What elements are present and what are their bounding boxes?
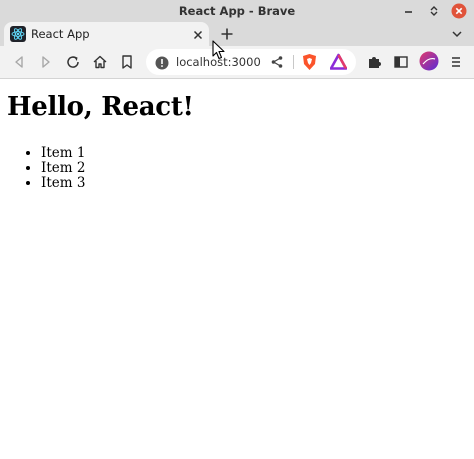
forward-icon[interactable]: [37, 53, 55, 71]
share-icon[interactable]: [269, 54, 285, 70]
list-item: Item 1: [41, 145, 85, 161]
page-content: Hello, React! Item 1 Item 2 Item 3: [0, 79, 474, 459]
address-bar[interactable]: localhost:3000: [146, 49, 356, 75]
profile-avatar[interactable]: [419, 51, 439, 71]
back-icon[interactable]: [10, 53, 28, 71]
bookmark-icon[interactable]: [118, 53, 136, 71]
tab-close-icon[interactable]: [191, 27, 205, 41]
sidebar-icon[interactable]: [392, 53, 410, 71]
tab-react-app[interactable]: React App: [4, 22, 209, 46]
reload-icon[interactable]: [64, 53, 82, 71]
extensions-icon[interactable]: [365, 53, 383, 71]
brave-rewards-icon[interactable]: [329, 53, 348, 71]
window-titlebar: React App - Brave: [0, 0, 474, 22]
item-list: Item 1 Item 2 Item 3: [0, 145, 85, 192]
address-bar-divider: [293, 55, 294, 69]
menu-icon[interactable]: [447, 53, 465, 71]
tab-title: React App: [31, 27, 90, 41]
close-icon[interactable]: [451, 3, 467, 19]
minimize-icon[interactable]: [401, 3, 417, 19]
react-favicon-icon: [10, 26, 26, 42]
info-icon[interactable]: [155, 55, 169, 70]
page-heading: Hello, React!: [7, 92, 194, 122]
list-item: Item 3: [41, 176, 85, 191]
tab-list-chevron-icon[interactable]: [449, 26, 465, 42]
list-item: Item 2: [41, 161, 85, 176]
tab-strip: React App: [0, 22, 474, 46]
brave-shields-icon[interactable]: [301, 53, 318, 71]
mouse-cursor-icon: [212, 40, 226, 60]
home-icon[interactable]: [91, 53, 109, 71]
maximize-icon[interactable]: [426, 3, 442, 19]
browser-toolbar: localhost:3000: [0, 46, 474, 79]
